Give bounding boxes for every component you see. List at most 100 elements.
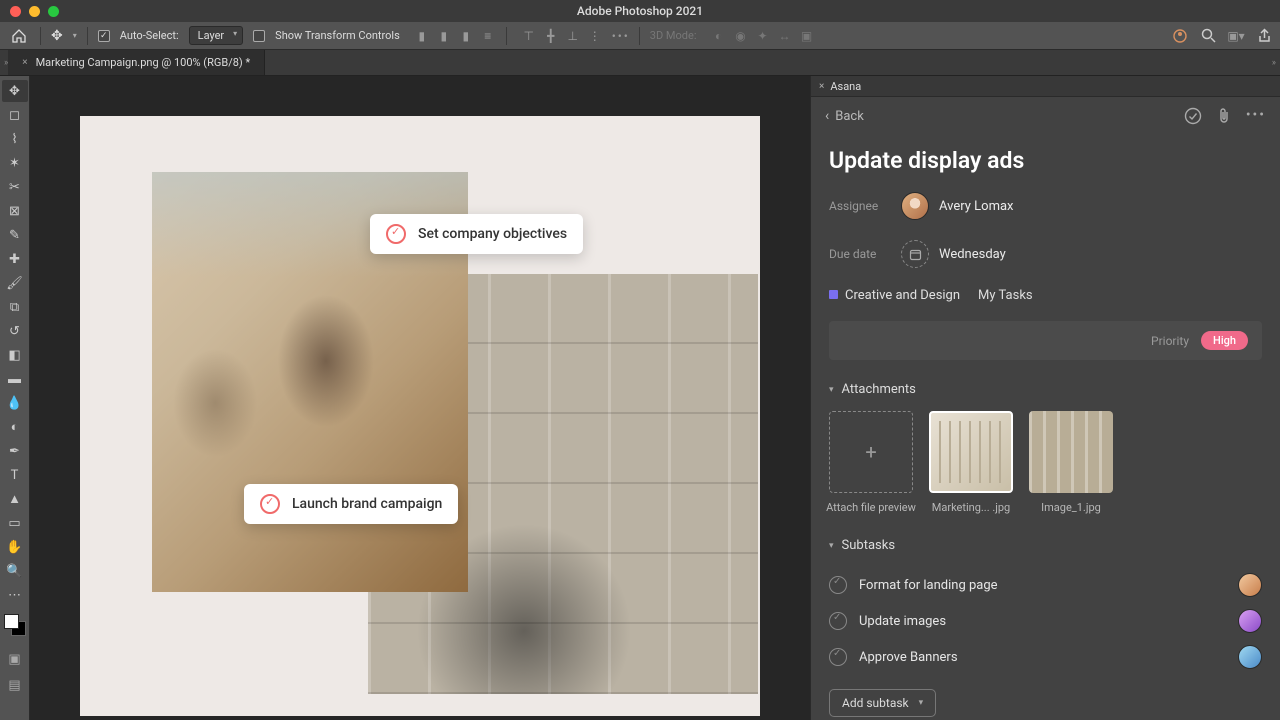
- cloud-docs-icon[interactable]: [1172, 28, 1188, 44]
- back-label: Back: [835, 109, 864, 124]
- project-tags: Creative and Design My Tasks: [829, 288, 1262, 303]
- align-left-icon[interactable]: ▮: [414, 28, 430, 44]
- color-swatch[interactable]: [4, 614, 26, 636]
- lasso-tool[interactable]: ⌇: [2, 128, 28, 150]
- share-icon[interactable]: [1256, 28, 1272, 44]
- dodge-tool[interactable]: ◐: [2, 416, 28, 438]
- distribute-icon[interactable]: ⋮: [587, 28, 603, 44]
- close-panel-icon[interactable]: ×: [819, 81, 824, 92]
- mark-complete-icon[interactable]: [1184, 107, 1202, 125]
- align-center-h-icon[interactable]: ▮: [436, 28, 452, 44]
- add-subtask-button[interactable]: Add subtask ▾: [829, 689, 936, 717]
- three-d-mode-label: 3D Mode:: [650, 29, 697, 42]
- subtask-item[interactable]: Format for landing page: [829, 567, 1262, 603]
- search-icon[interactable]: [1200, 28, 1216, 44]
- panel-collapse-nub-icon[interactable]: »: [1272, 58, 1276, 68]
- three-d-pan-icon[interactable]: ✦: [755, 28, 771, 44]
- eraser-tool[interactable]: ◧: [2, 344, 28, 366]
- attachments-row: + Attach file preview Marketing... .jpg …: [829, 411, 1262, 514]
- zoom-tool[interactable]: 🔍: [2, 560, 28, 582]
- subtask-item[interactable]: Update images: [829, 603, 1262, 639]
- rectangle-tool[interactable]: ▭: [2, 512, 28, 534]
- quick-mask-icon[interactable]: ▣: [2, 648, 28, 670]
- align-top-icon[interactable]: ⊤: [521, 28, 537, 44]
- asana-panel-tab[interactable]: × Asana: [811, 76, 1280, 97]
- canvas-area[interactable]: Set company objectives Launch brand camp…: [30, 76, 810, 720]
- three-d-slide-icon[interactable]: ↔: [777, 28, 793, 44]
- blur-tool[interactable]: 💧: [2, 392, 28, 414]
- attachments-header[interactable]: ▾ Attachments: [829, 382, 1262, 397]
- asana-panel: × Asana ‹ Back ••• Update display ads As…: [810, 76, 1280, 720]
- screen-mode-icon[interactable]: ▤: [2, 674, 28, 696]
- auto-select-dropdown[interactable]: Layer: [189, 26, 244, 45]
- align-bottom-icon[interactable]: ⊥: [565, 28, 581, 44]
- more-align-icon[interactable]: •••: [613, 28, 629, 44]
- eyedropper-tool[interactable]: ✎: [2, 224, 28, 246]
- subtask-check-icon[interactable]: [829, 576, 847, 594]
- project-tag-2[interactable]: My Tasks: [978, 288, 1033, 303]
- priority-row[interactable]: Priority High: [829, 321, 1262, 360]
- pen-tool[interactable]: ✒: [2, 440, 28, 462]
- three-d-camera-icon[interactable]: ▣: [799, 28, 815, 44]
- hand-tool[interactable]: ✋: [2, 536, 28, 558]
- history-brush-tool[interactable]: ↺: [2, 320, 28, 342]
- attachment-caption: Attach file preview: [826, 501, 916, 514]
- healing-brush-tool[interactable]: ✚: [2, 248, 28, 270]
- zoom-window-icon[interactable]: [48, 6, 59, 17]
- subtask-check-icon[interactable]: [829, 612, 847, 630]
- attachment-icon[interactable]: [1216, 107, 1232, 125]
- quick-select-tool[interactable]: ✶: [2, 152, 28, 174]
- add-attachment-button[interactable]: + Attach file preview: [829, 411, 913, 514]
- callout-objectives[interactable]: Set company objectives: [370, 214, 583, 254]
- close-window-icon[interactable]: [10, 6, 21, 17]
- subtask-title: Format for landing page: [859, 578, 1226, 593]
- path-select-tool[interactable]: ▲: [2, 488, 28, 510]
- attachment-item[interactable]: Marketing... .jpg: [929, 411, 1013, 514]
- subtask-check-icon[interactable]: [829, 648, 847, 666]
- callout-campaign[interactable]: Launch brand campaign: [244, 484, 458, 524]
- gradient-tool[interactable]: ▬: [2, 368, 28, 390]
- subtask-assignee-avatar[interactable]: [1238, 573, 1262, 597]
- subtasks-header[interactable]: ▾ Subtasks: [829, 538, 1262, 553]
- subtask-title: Update images: [859, 614, 1226, 629]
- frame-tool[interactable]: ⊠: [2, 200, 28, 222]
- minimize-window-icon[interactable]: [29, 6, 40, 17]
- align-justify-icon[interactable]: ≡: [480, 28, 496, 44]
- align-right-icon[interactable]: ▮: [458, 28, 474, 44]
- attachment-item[interactable]: Image_1.jpg: [1029, 411, 1113, 514]
- assignee-label: Assignee: [829, 199, 901, 213]
- more-options-icon[interactable]: •••: [1246, 107, 1266, 125]
- tool-variant-chevron-icon[interactable]: ▾: [73, 31, 77, 40]
- priority-label: Priority: [1151, 334, 1189, 348]
- subtask-assignee-avatar[interactable]: [1238, 645, 1262, 669]
- clone-stamp-tool[interactable]: ⧉: [2, 296, 28, 318]
- assignee-row[interactable]: Assignee Avery Lomax: [829, 192, 1262, 220]
- home-button[interactable]: [8, 27, 30, 45]
- three-d-roll-icon[interactable]: ◉: [733, 28, 749, 44]
- close-tab-icon[interactable]: ×: [22, 57, 27, 68]
- project-color-icon: [829, 290, 838, 299]
- chevron-left-icon: ‹: [825, 108, 829, 124]
- move-tool[interactable]: ✥: [2, 80, 28, 102]
- align-middle-icon[interactable]: ╋: [543, 28, 559, 44]
- subtask-assignee-avatar[interactable]: [1238, 609, 1262, 633]
- marquee-tool[interactable]: ◻: [2, 104, 28, 126]
- auto-select-checkbox[interactable]: ✓: [98, 30, 110, 42]
- crop-tool[interactable]: ✂: [2, 176, 28, 198]
- brush-tool[interactable]: 🖌: [2, 272, 28, 294]
- artboard[interactable]: Set company objectives Launch brand camp…: [80, 116, 760, 716]
- due-date-row[interactable]: Due date Wednesday: [829, 240, 1262, 268]
- chevron-down-icon: ▾: [919, 698, 924, 708]
- show-transform-checkbox[interactable]: .: [253, 30, 265, 42]
- subtask-item[interactable]: Approve Banners: [829, 639, 1262, 675]
- back-button[interactable]: ‹ Back: [825, 108, 864, 124]
- type-tool[interactable]: T: [2, 464, 28, 486]
- project-tag-1[interactable]: Creative and Design: [829, 288, 960, 303]
- workspace-chooser-icon[interactable]: ▣▾: [1228, 28, 1244, 44]
- plus-icon: +: [829, 411, 913, 493]
- three-d-orbit-icon[interactable]: ◐: [711, 28, 727, 44]
- asana-panel-label: Asana: [830, 80, 861, 93]
- edit-toolbar-icon[interactable]: ⋯: [2, 584, 28, 606]
- document-tab[interactable]: × Marketing Campaign.png @ 100% (RGB/8) …: [8, 50, 265, 75]
- task-title: Update display ads: [829, 147, 1262, 174]
